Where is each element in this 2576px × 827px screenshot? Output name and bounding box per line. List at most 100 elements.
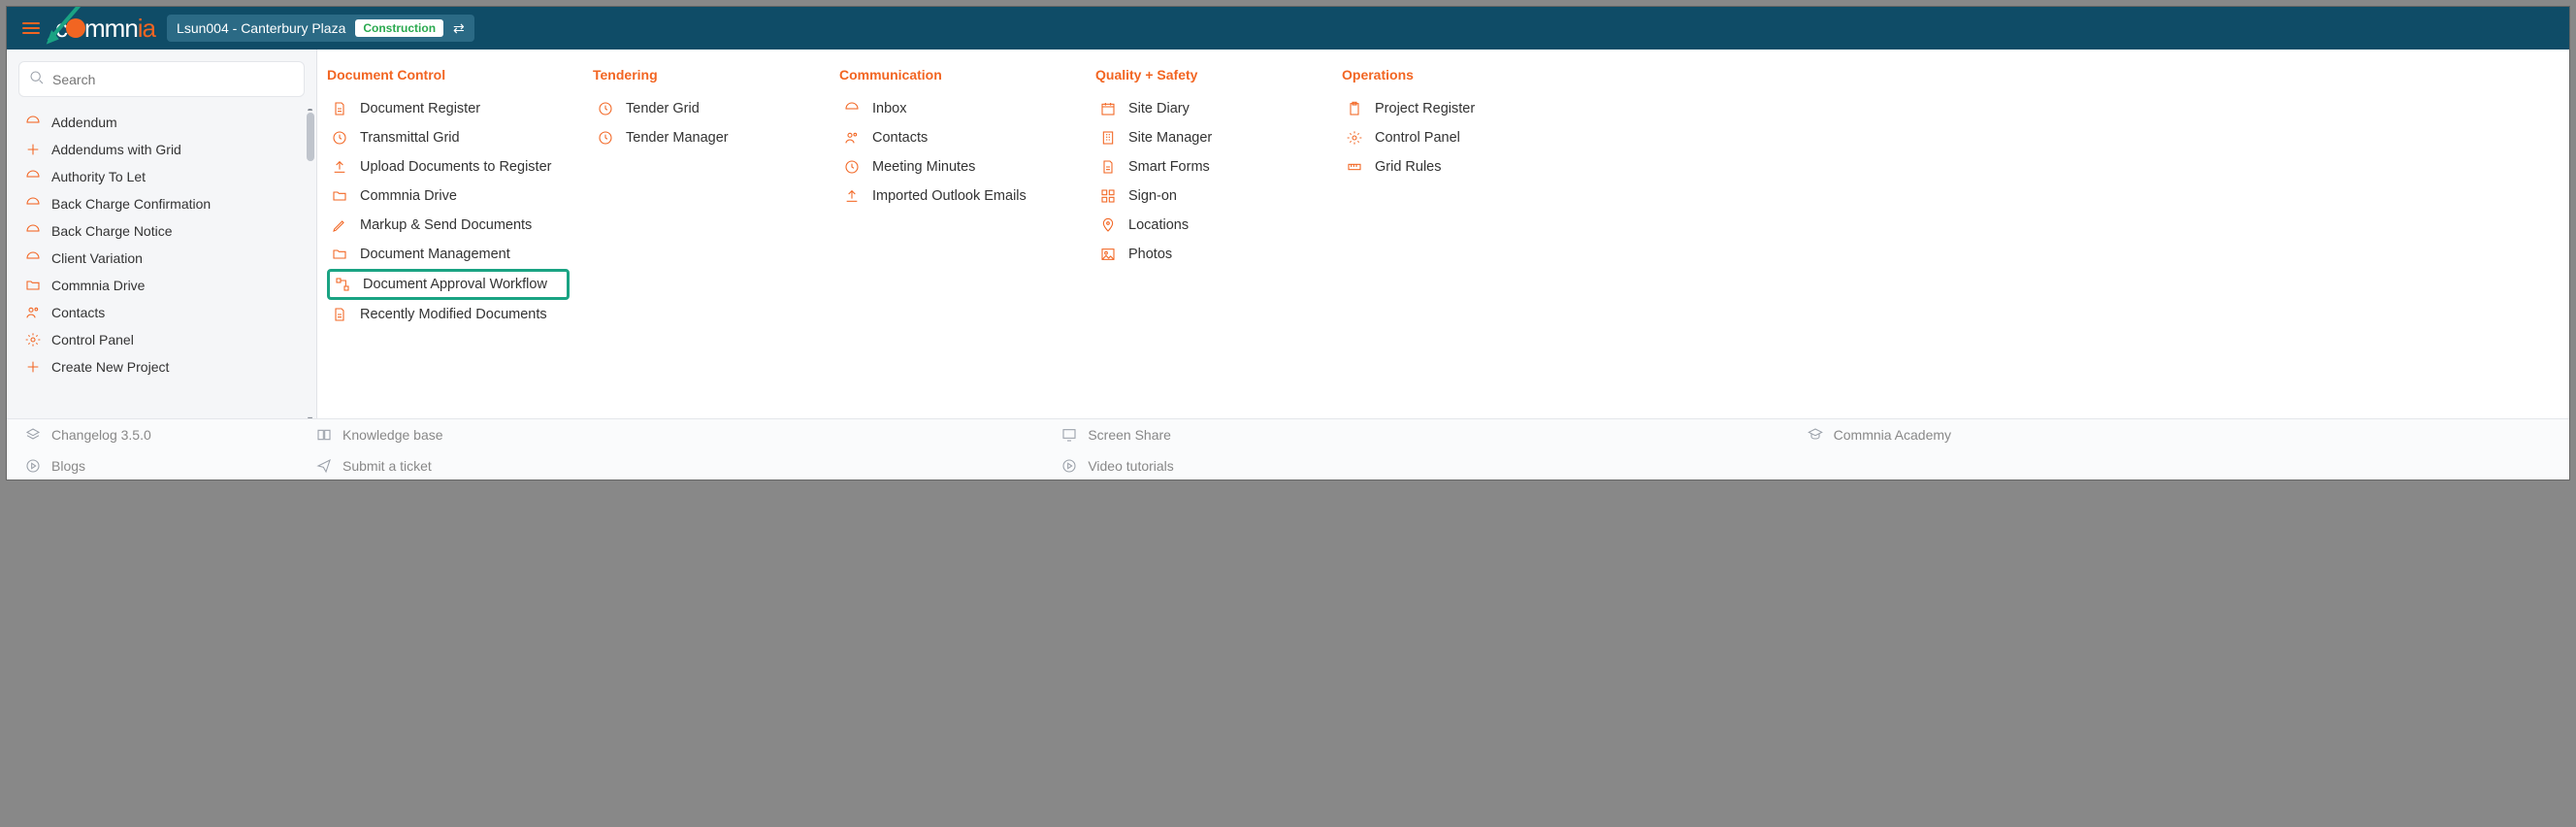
menu-item-label: Tender Grid	[626, 101, 700, 116]
footer-label: Knowledge base	[342, 427, 443, 443]
menu-item[interactable]: Sign-on	[1095, 182, 1319, 211]
folder-icon	[331, 247, 348, 262]
plus-icon	[24, 142, 42, 157]
footer-link[interactable]: Commnia Academy	[1807, 427, 2552, 443]
menu-item[interactable]: Inbox	[839, 94, 1072, 123]
menu-item-label: Site Manager	[1128, 130, 1212, 146]
menu-item[interactable]: Addendums with Grid	[18, 136, 312, 163]
footer-link[interactable]: Blogs	[24, 458, 315, 474]
footer-link[interactable]: Submit a ticket	[315, 458, 1060, 474]
column-communication: Communication Inbox ContactsMeeting Minut…	[839, 67, 1072, 409]
search-input[interactable]	[52, 72, 294, 87]
menu-item-label: Control Panel	[51, 332, 134, 347]
footer-label: Commnia Academy	[1834, 427, 1951, 443]
grid-icon	[1099, 188, 1117, 204]
project-label: Lsun004 - Canterbury Plaza	[177, 20, 345, 36]
top-bar: cmmnia Lsun004 - Canterbury Plaza Constr…	[7, 7, 2569, 50]
menu-item-label: Document Approval Workflow	[363, 277, 547, 292]
menu-item-label: Back Charge Notice	[51, 223, 173, 239]
menu-item[interactable]: Contacts	[18, 299, 312, 326]
footer-link[interactable]: Changelog 3.5.0	[24, 427, 315, 443]
menu-item-label: Create New Project	[51, 359, 169, 375]
column-header: Communication	[839, 67, 1072, 83]
menu-item[interactable]: Commnia Drive	[327, 182, 570, 211]
menu-item[interactable]: Tender Manager	[593, 123, 816, 152]
footer-link[interactable]: Screen Share	[1060, 427, 1806, 443]
footer-link[interactable]: Video tutorials	[1060, 458, 1806, 474]
menu-item[interactable]: Site Diary	[1095, 94, 1319, 123]
book-icon	[315, 427, 333, 443]
menu-item-label: Document Management	[360, 247, 510, 262]
menu-item-label: Addendums with Grid	[51, 142, 181, 157]
menu-item[interactable]: Recently Modified Documents	[327, 300, 570, 329]
clock-icon	[331, 130, 348, 146]
menu-item-label: Addendum	[51, 115, 117, 130]
scrollbar-thumb[interactable]	[307, 113, 314, 161]
scrollbar-down-icon[interactable]: ▼	[306, 414, 314, 418]
menu-item[interactable]: Control Panel	[1342, 123, 1536, 152]
menu-item-label: Recently Modified Documents	[360, 307, 547, 322]
send-icon	[315, 458, 333, 474]
menu-item[interactable]: Document Approval Workflow	[327, 269, 570, 300]
menu-item[interactable]: Markup & Send Documents	[327, 211, 570, 240]
sidebar: ▲ ▼ AddendumAddendums with GridAuthority…	[7, 50, 317, 418]
doc-icon	[1099, 159, 1117, 175]
menu-item[interactable]: Contacts	[839, 123, 1072, 152]
footer-label: Changelog 3.5.0	[51, 427, 151, 443]
menu-item-label: Imported Outlook Emails	[872, 188, 1027, 204]
menu-item[interactable]: Locations	[1095, 211, 1319, 240]
menu-item[interactable]: Transmittal Grid	[327, 123, 570, 152]
upload-icon	[843, 188, 861, 204]
footer-link[interactable]: Knowledge base	[315, 427, 1060, 443]
menu-item[interactable]: Site Manager	[1095, 123, 1319, 152]
menu-item[interactable]: Grid Rules	[1342, 152, 1536, 182]
footer-label: Blogs	[51, 458, 85, 474]
menu-item[interactable]: Smart Forms	[1095, 152, 1319, 182]
hamburger-menu-button[interactable]	[18, 18, 44, 38]
menu-item-label: Smart Forms	[1128, 159, 1210, 175]
gear-icon	[24, 332, 42, 347]
menu-item-label: Inbox	[872, 101, 906, 116]
menu-item[interactable]: Addendum	[18, 109, 312, 136]
menu-item[interactable]: Upload Documents to Register	[327, 152, 570, 182]
menu-item[interactable]: Create New Project	[18, 353, 312, 380]
footer-label: Submit a ticket	[342, 458, 432, 474]
menu-item-label: Grid Rules	[1375, 159, 1442, 175]
people-icon	[843, 130, 861, 146]
search-box[interactable]	[18, 61, 305, 97]
menu-item[interactable]: Project Register	[1342, 94, 1536, 123]
menu-item[interactable]: Document Register	[327, 94, 570, 123]
folder-icon	[331, 188, 348, 204]
inbox-icon	[24, 196, 42, 212]
footer-label: Screen Share	[1088, 427, 1171, 443]
menu-item[interactable]: Commnia Drive	[18, 272, 312, 299]
pin-icon	[1099, 217, 1117, 233]
menu-item[interactable]: Tender Grid	[593, 94, 816, 123]
menu-item[interactable]: Client Variation	[18, 245, 312, 272]
doc-icon	[331, 101, 348, 116]
menu-item[interactable]: Authority To Let	[18, 163, 312, 190]
clock-icon	[597, 101, 614, 116]
menu-item[interactable]: Photos	[1095, 240, 1319, 269]
menu-item[interactable]: Back Charge Confirmation	[18, 190, 312, 217]
inbox-icon	[843, 101, 861, 116]
ruler-icon	[1346, 159, 1363, 175]
logo: cmmnia	[55, 14, 155, 44]
column-tendering: Tendering Tender GridTender Manager	[593, 67, 816, 409]
menu-item-label: Photos	[1128, 247, 1172, 262]
menu-item-label: Document Register	[360, 101, 480, 116]
menu-item-label: Project Register	[1375, 101, 1475, 116]
menu-item[interactable]: Control Panel	[18, 326, 312, 353]
menu-item-label: Transmittal Grid	[360, 130, 460, 146]
inbox-icon	[24, 115, 42, 130]
column-header: Document Control	[327, 67, 570, 83]
menu-item[interactable]: Meeting Minutes	[839, 152, 1072, 182]
menu-item-label: Authority To Let	[51, 169, 146, 184]
play-icon	[24, 458, 42, 474]
gear-icon	[1346, 130, 1363, 146]
doc-icon	[331, 307, 348, 322]
menu-item[interactable]: Document Management	[327, 240, 570, 269]
project-switcher[interactable]: Lsun004 - Canterbury Plaza Construction …	[167, 15, 474, 42]
menu-item[interactable]: Imported Outlook Emails	[839, 182, 1072, 211]
menu-item[interactable]: Back Charge Notice	[18, 217, 312, 245]
